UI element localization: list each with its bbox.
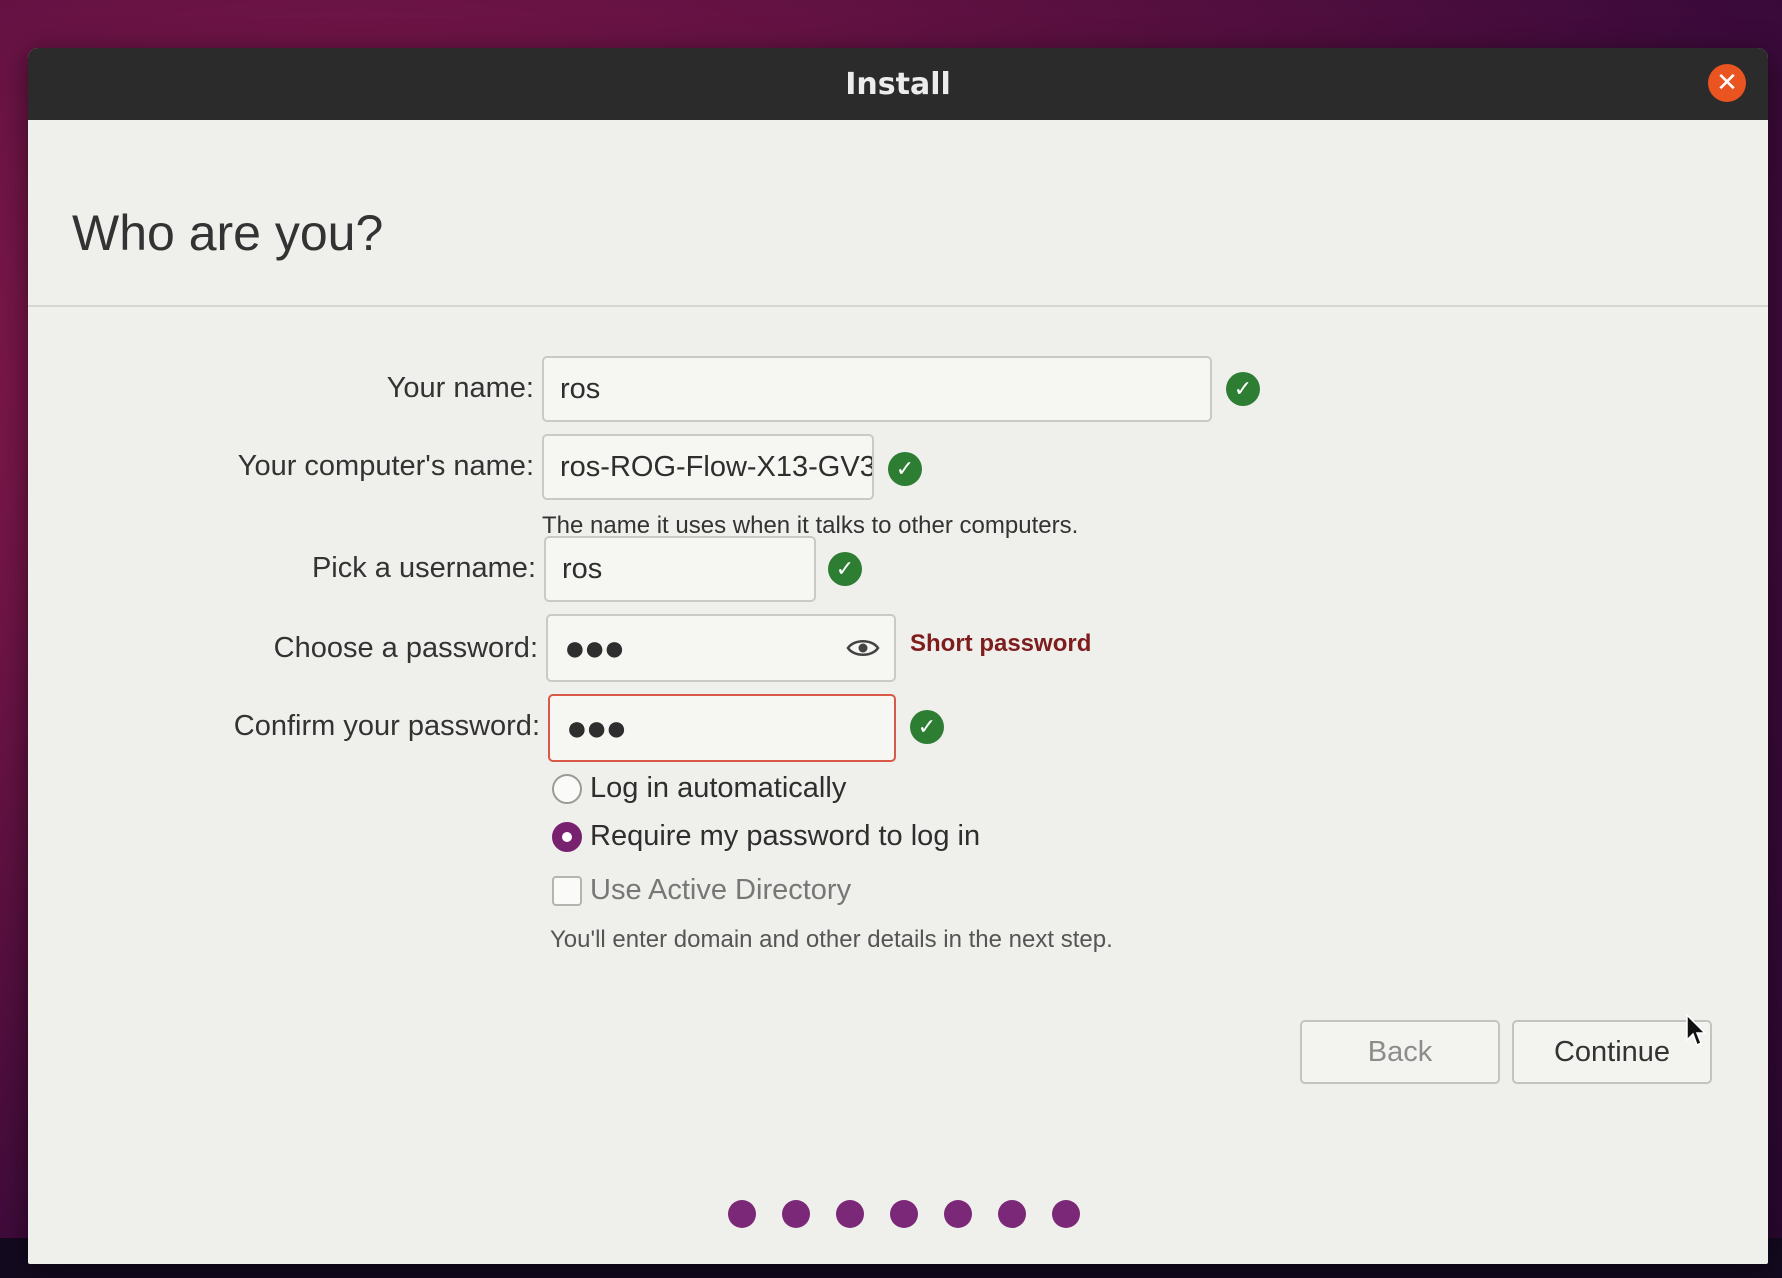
step-dot [782, 1200, 810, 1228]
confirm-password-label: Confirm your password: [233, 710, 540, 742]
window-titlebar: Install ✕ [28, 48, 1768, 120]
auto-login-label: Log in automatically [590, 772, 847, 804]
confirm-password-value: ●●● [566, 707, 627, 748]
active-directory-option[interactable]: Use Active Directory [552, 874, 851, 907]
installer-window: Install ✕ Who are you? Your name: ros ✓ … [28, 48, 1768, 1264]
active-directory-checkbox[interactable] [552, 875, 582, 906]
header-divider [28, 305, 1768, 307]
your-name-input[interactable]: ros [542, 356, 1212, 422]
password-label: Choose a password: [273, 632, 538, 664]
step-dot [728, 1200, 756, 1228]
step-dot [944, 1200, 972, 1228]
auto-login-radio[interactable] [552, 773, 582, 804]
step-dot [998, 1200, 1026, 1228]
username-label: Pick a username: [311, 552, 536, 584]
require-password-label: Require my password to log in [590, 820, 981, 852]
step-dot [1052, 1200, 1080, 1228]
back-button[interactable]: Back [1300, 1020, 1500, 1084]
username-valid-icon: ✓ [828, 552, 862, 586]
username-value: ros [562, 552, 603, 585]
active-directory-label: Use Active Directory [590, 874, 852, 906]
step-dot [890, 1200, 918, 1228]
page-title: Who are you? [72, 205, 384, 261]
computer-name-label: Your computer's name: [237, 450, 534, 482]
auto-login-option[interactable]: Log in automatically [552, 772, 846, 805]
password-input[interactable]: ●●● [546, 614, 896, 682]
your-name-valid-icon: ✓ [1226, 372, 1260, 406]
active-directory-hint: You'll enter domain and other details in… [550, 926, 1113, 953]
close-icon: ✕ [1716, 68, 1738, 98]
show-password-icon[interactable] [846, 637, 880, 659]
computer-name-value: ros-ROG-Flow-X13-GV3 [560, 450, 874, 483]
computer-name-valid-icon: ✓ [888, 452, 922, 486]
step-dot [836, 1200, 864, 1228]
your-name-label: Your name: [386, 372, 534, 404]
close-button[interactable]: ✕ [1708, 64, 1746, 102]
continue-button[interactable]: Continue [1512, 1020, 1712, 1084]
password-value: ●●● [564, 627, 625, 668]
confirm-password-input[interactable]: ●●● [548, 694, 896, 762]
installer-content: Who are you? Your name: ros ✓ Your compu… [28, 120, 1768, 1264]
mouse-cursor-icon [1686, 1014, 1707, 1047]
require-password-option[interactable]: Require my password to log in [552, 820, 980, 853]
your-name-value: ros [560, 372, 601, 405]
window-title: Install [845, 66, 951, 102]
step-progress [728, 1200, 1080, 1228]
require-password-radio[interactable] [552, 821, 582, 852]
computer-name-input[interactable]: ros-ROG-Flow-X13-GV3 [542, 434, 874, 500]
username-input[interactable]: ros [544, 536, 816, 602]
password-strength-warning: Short password [910, 630, 1092, 657]
confirm-password-valid-icon: ✓ [910, 710, 944, 744]
